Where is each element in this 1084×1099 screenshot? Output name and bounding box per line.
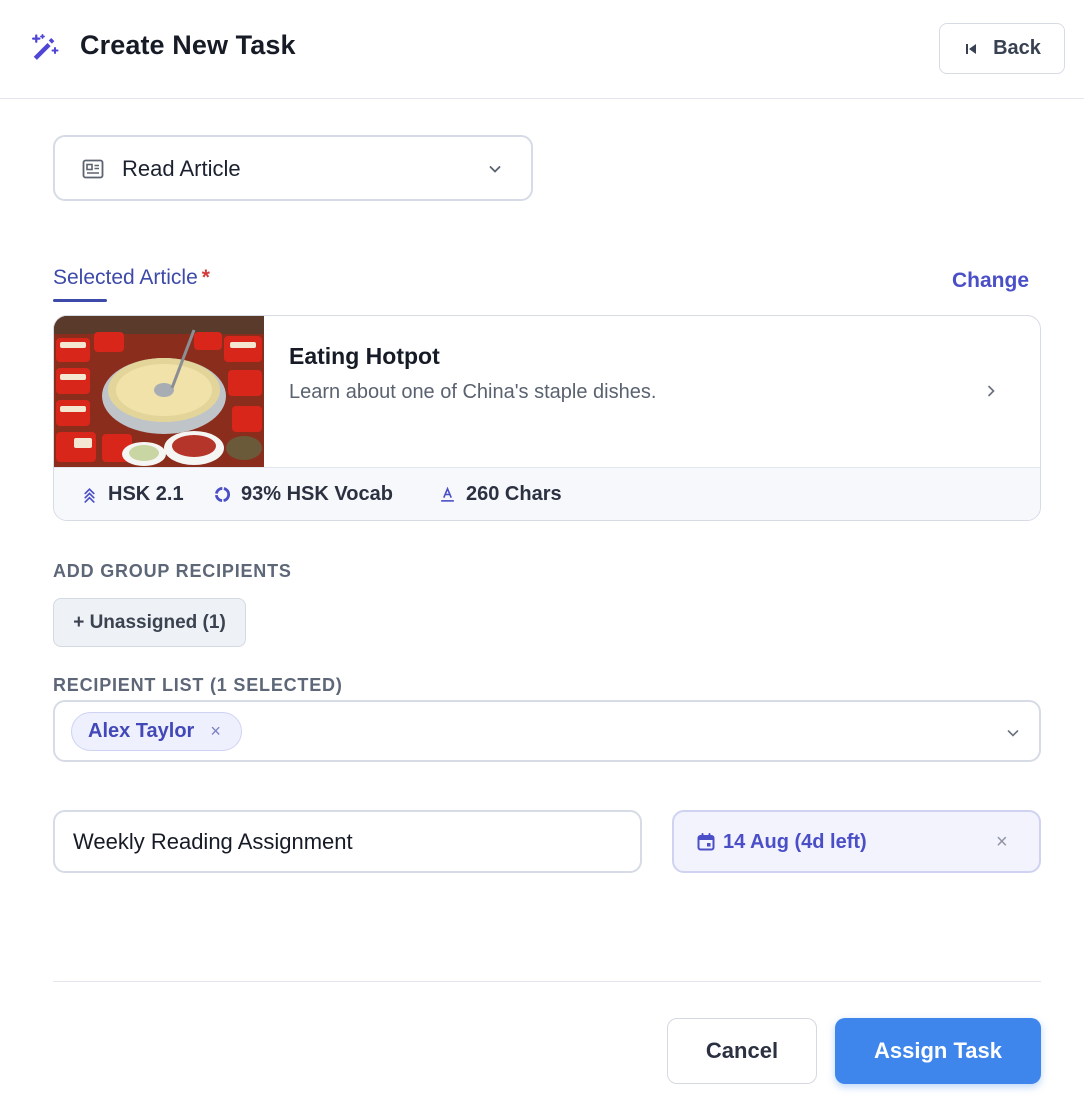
required-mark: *	[201, 266, 210, 289]
meta-level-text: HSK 2.1	[108, 483, 184, 505]
clear-date-icon[interactable]: ×	[996, 831, 1008, 854]
article-thumbnail	[54, 316, 264, 467]
meta-vocab-text: 93% HSK Vocab	[241, 483, 393, 505]
article-card[interactable]: Eating Hotpot Learn about one of China's…	[53, 315, 1041, 521]
tab-underline	[53, 299, 107, 302]
magic-wand-icon	[32, 34, 59, 60]
newspaper-icon	[82, 159, 104, 179]
chevrons-up-icon	[84, 487, 95, 503]
meta-level: HSK 2.1	[81, 483, 184, 506]
group-recipients-label: ADD GROUP RECIPIENTS	[53, 561, 292, 581]
article-description: Learn about one of China's staple dishes…	[289, 381, 657, 403]
article-title: Eating Hotpot	[289, 343, 440, 369]
assign-task-button[interactable]: Assign Task	[835, 1018, 1041, 1084]
article-meta-bar: HSK 2.1 93% HSK Vocab 260 Chars	[54, 467, 1040, 520]
page-header: Create New Task Back	[0, 0, 1084, 99]
task-type-value: Read Article	[122, 156, 241, 181]
cancel-button[interactable]: Cancel	[667, 1018, 817, 1084]
meta-vocab: 93% HSK Vocab	[214, 483, 393, 506]
due-date-value: 14 Aug (4d left)	[723, 831, 867, 853]
selected-article-label-text: Selected Article	[53, 266, 198, 289]
text-format-icon	[441, 486, 454, 502]
calendar-icon	[697, 833, 715, 851]
recipient-tag-name: Alex Taylor	[88, 720, 195, 742]
progress-ring-icon	[214, 486, 231, 503]
footer-divider	[53, 981, 1041, 982]
change-article-link[interactable]: Change	[952, 269, 1029, 293]
back-button[interactable]: Back	[939, 23, 1065, 74]
meta-chars: 260 Chars	[439, 483, 562, 506]
recipient-tag: Alex Taylor ×	[71, 712, 242, 751]
meta-chars-text: 260 Chars	[466, 483, 562, 505]
selected-article-label: Selected Article *	[53, 266, 210, 290]
skip-back-icon	[966, 43, 977, 54]
chevron-right-icon	[988, 385, 995, 397]
task-type-select[interactable]: Read Article	[53, 135, 533, 201]
task-name-input[interactable]	[53, 810, 642, 873]
remove-recipient-icon[interactable]: ×	[210, 721, 221, 742]
add-unassigned-group-button[interactable]: + Unassigned (1)	[53, 598, 246, 647]
page-title: Create New Task	[80, 30, 296, 60]
due-date-picker[interactable]: 14 Aug (4d left) ×	[672, 810, 1041, 873]
back-button-label: Back	[993, 37, 1041, 59]
chevron-down-icon	[489, 166, 501, 173]
chevron-down-icon	[1007, 730, 1019, 737]
hotpot-image	[54, 316, 264, 467]
recipient-list-label: RECIPIENT LIST (1 SELECTED)	[53, 675, 343, 695]
recipient-select[interactable]: Alex Taylor ×	[53, 700, 1041, 762]
